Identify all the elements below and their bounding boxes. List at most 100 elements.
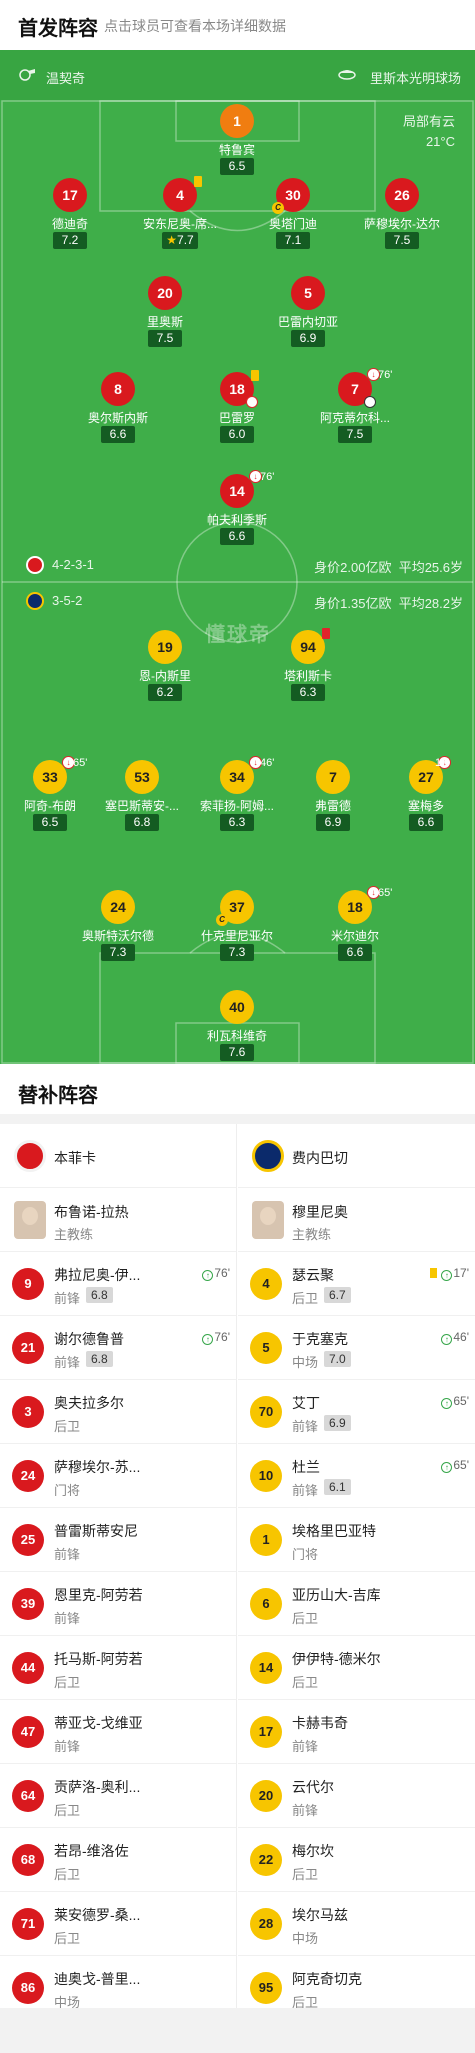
sub-player-row[interactable]: 9 弗拉尼奥-伊... 前锋 6.8 ↑ 76' [0,1252,236,1316]
substitutes-title: 替补阵容 [18,1085,98,1107]
home-player-7[interactable]: 7 ↓ 76' 阿克蒂尔科... 7.5 [300,368,410,443]
home-avg-age: 平均25.6岁 [398,560,463,575]
player-number: 4 [163,176,202,212]
yellow-card-icon [430,1268,438,1278]
away-player-40[interactable]: 40 利瓦科维奇 7.6 [182,990,292,1061]
player-name: 奥斯特沃尔德 [81,929,154,942]
player-rating: 6.6 [101,426,135,443]
sub-player-row[interactable]: 39 恩里克-阿劳若 前锋 [0,1572,236,1636]
home-formation: 4-2-3-1 [52,557,94,572]
stadium-name: 里斯本光明球场 [370,71,462,86]
sub-player-row[interactable]: 71 莱安德罗-桑... 后卫 [0,1892,236,1956]
home-player-5[interactable]: 5 巴雷内切亚 6.9 [253,276,363,347]
sub-number: 95 [250,1972,282,2004]
player-number: 94 [291,628,330,664]
away-player-27[interactable]: 27 ↓ 17' 塞梅多 6.6 [371,756,475,831]
player-rating-text: 7.7 [177,233,194,247]
player-number-text: 94 [300,639,316,655]
sub-position: 中场 [292,1355,319,1370]
sub-player-row[interactable]: 14 伊伊特-德米尔 后卫 [238,1636,475,1700]
sub-time-text: 76' [214,1266,230,1280]
sub-player-row[interactable]: 25 普雷斯蒂安尼 前锋 [0,1508,236,1572]
player-name: 德迪奇 [51,217,88,230]
sub-number: 14 [250,1652,282,1684]
home-player-1[interactable]: 1 特鲁宾 6.5 [182,104,292,175]
away-player-24[interactable]: 24 奥斯特沃尔德 7.3 [63,890,173,961]
home-player-17[interactable]: 17 德迪奇 7.2 [15,178,125,249]
home-player-20[interactable]: 20 里奥斯 7.5 [110,276,220,347]
player-name: 塞巴斯蒂安-... [105,799,179,812]
sub-position: 门将 [292,1547,319,1562]
away-player-37[interactable]: 37 C 什克里尼亚尔 7.3 [182,890,292,961]
sub-player-row[interactable]: 47 蒂亚戈-戈维亚 前锋 [0,1700,236,1764]
sub-player-row[interactable]: 3 奥夫拉多尔 后卫 [0,1380,236,1444]
player-rating: 6.2 [148,684,182,701]
sub-time: 65' [378,887,393,899]
player-rating: 7.3 [101,944,135,961]
sub-player-row[interactable]: 6 亚历山大-吉库 后卫 [238,1572,475,1636]
player-name: 奥尔斯内斯 [87,411,148,424]
sub-player-row[interactable]: 22 梅尔坎 后卫 [238,1828,475,1892]
away-formation: 3-5-2 [52,593,83,608]
player-number-text: 34 [229,769,245,785]
sub-player-row[interactable]: 28 埃尔马兹 中场 [238,1892,475,1956]
away-player-53[interactable]: 53 塞巴斯蒂安-... 6.8 [87,760,197,831]
player-number: 33 ↓ [33,756,75,794]
home-subs-column: 本菲卡 布鲁诺-拉热 主教练 9 弗拉尼奥-伊... 前锋 6.8 ↑ 76' 21 谢尔德鲁… [0,1124,237,2020]
sub-player-row[interactable]: 20 云代尔 前锋 [238,1764,475,1828]
weather-info: 局部有云 21°C [403,112,455,152]
sub-name: 于克塞克 [292,1331,348,1347]
home-coach-row[interactable]: 布鲁诺-拉热 主教练 [0,1188,236,1252]
sub-name: 蒂亚戈-戈维亚 [54,1715,143,1731]
player-number: 14 ↓ [220,470,262,508]
away-coach-row[interactable]: 穆里尼奥 主教练 [238,1188,475,1252]
home-value-age: 身价2.00亿欧 平均25.6岁 [314,557,463,576]
player-number: 5 [291,276,325,310]
away-player-34[interactable]: 34 ↓ 46' 索菲扬-阿姆... 6.3 [182,756,292,831]
sub-player-row[interactable]: 21 谢尔德鲁普 前锋 6.8 ↑ 76' [0,1316,236,1380]
home-player-26[interactable]: 26 萨穆埃尔-达尔 7.5 [347,178,457,249]
home-player-8[interactable]: 8 奥尔斯内斯 6.6 [63,372,173,443]
sub-position: 后卫 [54,1675,81,1690]
away-subs-column: 费内巴切 穆里尼奥 主教练 4 瑟云聚 后卫 6.7 ↑ 17' 5 于克塞克 中场 7.0 ↑ 46… [238,1124,475,2020]
referee-name: 温契奇 [46,71,86,86]
home-player-30[interactable]: 30 C 奥塔门迪 7.1 [238,178,348,249]
captain-icon: C [216,914,228,926]
home-player-14[interactable]: 14 ↓ 76' 帕夫利季斯 6.6 [182,470,292,545]
sub-player-row[interactable]: 64 贡萨洛-奥利... 后卫 [0,1764,236,1828]
player-number: 7 [316,760,350,794]
sub-number: 44 [12,1652,44,1684]
sub-player-row[interactable]: 68 若昂-维洛佐 后卫 [0,1828,236,1892]
sub-player-row[interactable]: 17 卡赫韦奇 前锋 [238,1700,475,1764]
sub-position: 前锋 [292,1419,319,1434]
sub-name: 艾丁 [292,1395,320,1411]
away-player-94[interactable]: 94 塔利斯卡 6.3 [253,628,363,701]
away-team-row[interactable]: 费内巴切 [238,1124,475,1188]
sub-player-row[interactable]: 24 萨穆埃尔-苏... 门将 [0,1444,236,1508]
sub-position: 前锋 [292,1739,319,1754]
coach-role: 主教练 [54,1227,94,1242]
away-subs-list: 4 瑟云聚 后卫 6.7 ↑ 17' 5 于克塞克 中场 7.0 ↑ 46' 70 艾丁 前锋 6.9 ↑ 65'… [238,1252,475,2020]
sub-time: 46' [260,757,275,769]
coach-role: 主教练 [292,1227,332,1242]
sub-number: 6 [250,1588,282,1620]
sub-name: 瑟云聚 [292,1267,334,1283]
sub-on-icon: ↑ [202,1270,214,1281]
sub-player-row[interactable]: 44 托马斯-阿劳若 后卫 [0,1636,236,1700]
sub-player-row[interactable]: 10 杜兰 前锋 6.1 ↑ 65' [238,1444,475,1508]
sub-position: 后卫 [54,1419,81,1434]
sub-time: 17' [435,757,450,769]
sub-name: 萨穆埃尔-苏... [54,1459,141,1475]
sub-player-row[interactable]: 5 于克塞克 中场 7.0 ↑ 46' [238,1316,475,1380]
sub-player-row[interactable]: 4 瑟云聚 后卫 6.7 ↑ 17' [238,1252,475,1316]
home-player-18[interactable]: 18 巴雷罗 6.0 [182,370,292,443]
sub-player-row[interactable]: 70 艾丁 前锋 6.9 ↑ 65' [238,1380,475,1444]
home-player-4[interactable]: 4 安东尼奥-席... ★7.7 [125,176,235,249]
sub-time: ↑ 76' [202,1330,230,1345]
away-player-19[interactable]: 19 恩-内斯里 6.2 [110,630,220,701]
sub-time-text: 17' [453,1266,469,1280]
player-name: 帕夫利季斯 [206,513,267,526]
away-player-18[interactable]: 18 ↓ 65' 米尔迪尔 6.6 [300,886,410,961]
sub-player-row[interactable]: 1 埃格里巴亚特 门将 [238,1508,475,1572]
home-team-row[interactable]: 本菲卡 [0,1124,236,1188]
